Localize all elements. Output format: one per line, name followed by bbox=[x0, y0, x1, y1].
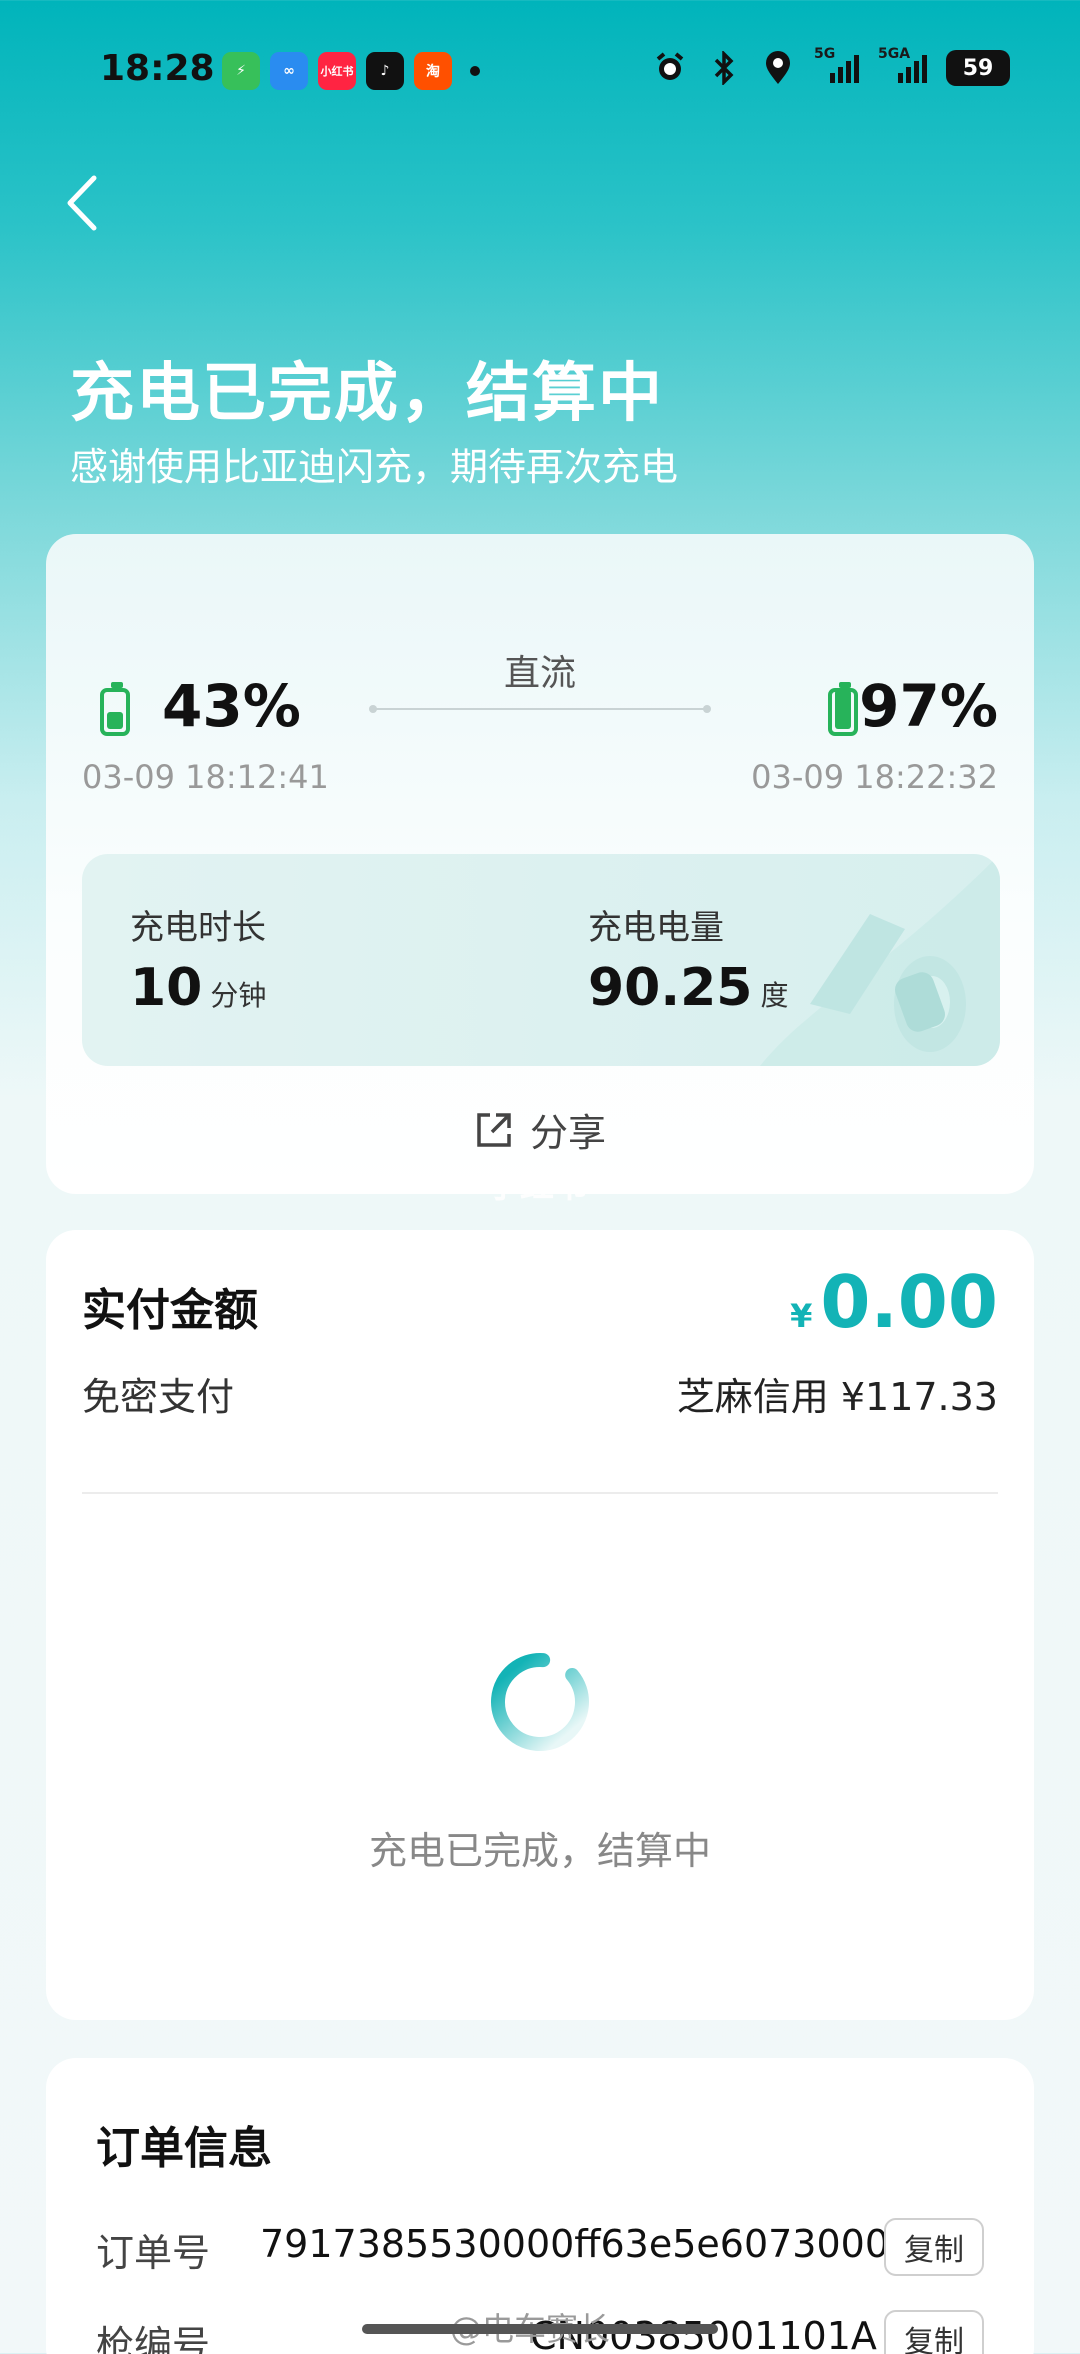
cloud-app-icon: ∞ bbox=[270, 52, 308, 90]
energy-label: 充电电量 bbox=[588, 908, 724, 948]
notification-icons: ⚡ ∞ 小红书 ♪ 淘 bbox=[222, 52, 480, 90]
end-time: 03-09 18:22:32 bbox=[751, 758, 998, 796]
tiktok-app-icon: ♪ bbox=[366, 52, 404, 90]
end-percentage: 97% bbox=[859, 672, 998, 740]
bluetooth-icon bbox=[706, 50, 742, 86]
home-indicator[interactable] bbox=[362, 2324, 718, 2334]
loading-spinner-icon bbox=[491, 1653, 589, 1751]
signal-5ga-icon: 5GA bbox=[878, 46, 928, 86]
page-subtitle: 感谢使用比亚迪闪充，期待再次充电 bbox=[70, 445, 679, 489]
security-app-icon: ⚡ bbox=[222, 52, 260, 90]
copy-order-button[interactable]: 复制 bbox=[884, 2218, 984, 2276]
more-notifications-dot bbox=[470, 66, 480, 76]
start-percentage: 43% bbox=[162, 672, 301, 740]
order-title: 订单信息 bbox=[96, 2123, 272, 2174]
signal-5g-icon: 5G bbox=[814, 46, 860, 86]
payment-card: 实付金额 ¥0.00 免密支付 芝麻信用 ¥117.33 充电已完成，结算中 bbox=[46, 1230, 1034, 2020]
payment-credit: 芝麻信用 ¥117.33 bbox=[676, 1375, 998, 1419]
alarm-icon bbox=[652, 50, 688, 86]
payment-amount: ¥0.00 bbox=[790, 1260, 998, 1344]
energy-value: 90.25 度 bbox=[588, 958, 789, 1018]
payment-method: 免密支付 bbox=[82, 1375, 235, 1419]
divider bbox=[82, 1492, 998, 1494]
order-number-label: 订单号 bbox=[96, 2231, 211, 2275]
end-battery-fill bbox=[835, 690, 851, 729]
charge-stats-panel: 充电时长 10 分钟 充电电量 90.25 度 bbox=[82, 854, 1000, 1066]
status-time: 18:28 bbox=[100, 48, 215, 89]
copy-gun-button[interactable]: 复制 bbox=[884, 2310, 984, 2354]
status-bar: 18:28 ⚡ ∞ 小红书 ♪ 淘 5G 5GA 59 bbox=[0, 0, 1080, 140]
duration-label: 充电时长 bbox=[130, 908, 266, 948]
taobao-app-icon: 淘 bbox=[414, 52, 452, 90]
end-battery-icon bbox=[828, 682, 858, 736]
gun-number-label: 枪编号 bbox=[96, 2323, 211, 2354]
share-icon bbox=[477, 1112, 511, 1147]
page-title: 充电已完成，结算中 bbox=[70, 357, 664, 431]
charge-progress-line bbox=[369, 705, 711, 713]
settlement-status: 充电已完成，结算中 bbox=[368, 1829, 711, 1873]
system-icons: 5G 5GA 59 bbox=[652, 46, 1010, 86]
xiaohongshu-app-icon: 小红书 bbox=[318, 52, 356, 90]
duration-value: 10 分钟 bbox=[130, 958, 267, 1018]
back-button[interactable] bbox=[58, 168, 108, 238]
battery-icon: 59 bbox=[946, 50, 1010, 86]
share-button[interactable]: 分享 bbox=[46, 1102, 1034, 1157]
chevron-left-icon bbox=[67, 175, 97, 231]
watermark-mid: 小红书 bbox=[486, 1166, 588, 1206]
order-number: 7917385530000ff63e5e6073000 bbox=[260, 2222, 890, 2266]
start-time: 03-09 18:12:41 bbox=[82, 758, 329, 796]
location-icon bbox=[760, 50, 796, 86]
charging-summary-card: 直流 43% 03-09 18:12:41 97% 03-09 18:22:32… bbox=[46, 534, 1034, 1194]
start-battery-icon bbox=[100, 682, 130, 736]
start-battery-fill bbox=[107, 711, 123, 729]
payment-title: 实付金额 bbox=[82, 1285, 258, 1336]
